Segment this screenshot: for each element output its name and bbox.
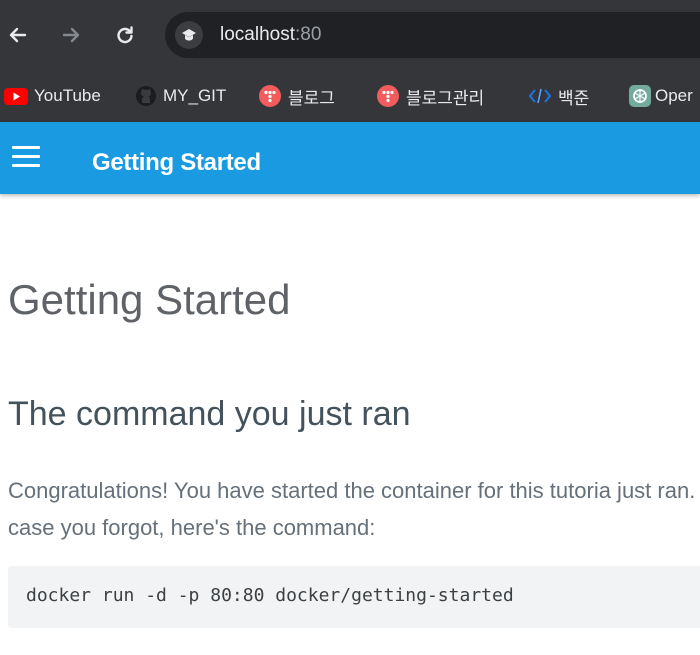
tistory-icon <box>258 84 282 108</box>
site-info-icon[interactable] <box>175 21 203 49</box>
bookmark-blog-admin[interactable]: 블로그관리 <box>376 82 484 110</box>
bookmark-blog[interactable]: 블로그 <box>258 82 335 110</box>
arrow-left-icon <box>9 27 27 43</box>
tistory-icon <box>376 84 400 108</box>
github-icon <box>135 85 157 107</box>
code-command[interactable]: docker run -d -p 80:80 docker/getting-st… <box>26 585 514 606</box>
section-heading: The command you just ran <box>8 395 411 433</box>
page-title: Getting Started <box>8 276 291 323</box>
intro-paragraph: Congratulations! You have started the co… <box>8 478 700 540</box>
menu-icon[interactable] <box>12 146 42 168</box>
address-bar[interactable]: localhost:80 <box>165 12 700 58</box>
code-icon <box>528 87 552 105</box>
bookmarks-bar: YouTube MY_GIT 블로그 블로그관리 백준 Oper <box>0 70 700 122</box>
header-title: Getting Started <box>92 149 261 176</box>
bookmark-my-git[interactable]: MY_GIT <box>135 82 226 110</box>
youtube-icon <box>4 87 28 105</box>
reload-button[interactable] <box>110 20 140 50</box>
reload-icon <box>117 26 133 44</box>
app-header: Getting Started <box>0 122 700 194</box>
openai-icon <box>629 85 651 107</box>
browser-toolbar: localhost:80 <box>0 0 700 70</box>
forward-button[interactable] <box>56 20 86 50</box>
back-button[interactable] <box>3 20 33 50</box>
bookmark-baekjoon[interactable]: 백준 <box>528 82 589 110</box>
url-text[interactable]: localhost:80 <box>220 24 321 46</box>
bookmark-openai[interactable]: Oper <box>629 82 693 110</box>
code-block[interactable]: docker run -d -p 80:80 docker/getting-st… <box>8 566 700 628</box>
bookmark-youtube[interactable]: YouTube <box>4 82 101 110</box>
arrow-right-icon <box>62 27 80 43</box>
